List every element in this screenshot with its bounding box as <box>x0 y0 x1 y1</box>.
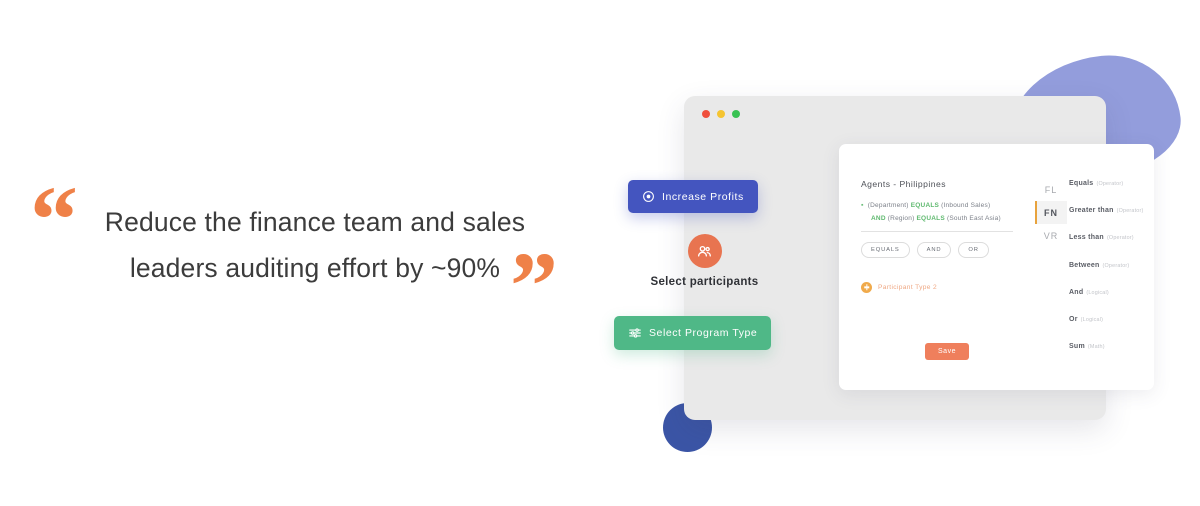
operator-list: Equals (Operator) Greater than (Operator) … <box>1069 172 1153 362</box>
operator-name: Equals <box>1069 180 1094 187</box>
rule-condition-row[interactable]: AND (Region) EQUALS (South East Asia) <box>861 213 1026 225</box>
rule-condition-row[interactable]: ▪ (Department) EQUALS (Inbound Sales) <box>861 200 1026 213</box>
select-program-type-label: Select Program Type <box>649 327 758 339</box>
participant-type-label: Participant Type 2 <box>878 283 937 291</box>
users-avatar <box>687 234 722 268</box>
operator-name: Less than <box>1069 234 1104 242</box>
add-participant-type-row[interactable]: Participant Type 2 <box>861 281 1026 293</box>
users-icon <box>698 245 711 257</box>
select-participants-group[interactable]: Select participants <box>637 234 772 288</box>
chip-and[interactable]: AND <box>916 241 952 258</box>
rule-operator: EQUALS <box>910 202 940 209</box>
close-dot-icon[interactable] <box>702 110 710 118</box>
rule-divider <box>861 230 1013 232</box>
sliders-icon <box>629 328 641 338</box>
tab-strip: FL FN VR <box>1035 178 1067 247</box>
select-program-type-button[interactable]: Select Program Type <box>614 316 772 350</box>
rule-bullet-icon: ▪ <box>861 202 864 209</box>
chip-or[interactable]: OR <box>958 241 989 258</box>
rule-field: (Department) <box>867 202 909 209</box>
operator-name: Sum <box>1069 343 1085 351</box>
quote-block: “ Reduce the finance team and sales lead… <box>24 172 584 334</box>
operator-item-equals[interactable]: Equals (Operator) <box>1069 172 1153 190</box>
tab-fn[interactable]: FN <box>1035 201 1067 224</box>
operator-name: Or <box>1069 315 1078 323</box>
operator-item-between[interactable]: Between (Operator) <box>1069 254 1153 272</box>
chip-equals[interactable]: EQUALS <box>861 241 910 258</box>
select-participants-label: Select participants <box>650 276 759 288</box>
operator-chip-row: EQUALS AND OR <box>861 241 1026 258</box>
operator-kind: (Operator) <box>1116 208 1144 215</box>
quote-text: Reduce the finance team and sales leader… <box>104 207 526 283</box>
minimize-dot-icon[interactable] <box>717 110 725 118</box>
maximize-dot-icon[interactable] <box>732 110 740 118</box>
rule-value: (South East Asia) <box>946 214 1001 222</box>
window-controls <box>702 110 740 118</box>
operator-item-sum[interactable]: Sum (Math) <box>1069 335 1153 353</box>
operator-kind: (Logical) <box>1086 289 1109 296</box>
app-mockup: Agents - Philippines ▪ (Department) EQUA… <box>614 40 1190 470</box>
operator-kind: (Operator) <box>1096 181 1124 187</box>
operator-name: Between <box>1069 261 1100 269</box>
tab-fl[interactable]: FL <box>1035 178 1067 201</box>
operator-item-greater-than[interactable]: Greater than (Operator) <box>1069 199 1153 217</box>
tab-vr[interactable]: VR <box>1035 224 1067 247</box>
rule-operator: EQUALS <box>916 214 945 222</box>
target-icon <box>643 191 654 202</box>
rule-logical: AND <box>871 214 886 222</box>
operator-item-less-than[interactable]: Less than (Operator) <box>1069 226 1153 244</box>
save-button[interactable]: Save <box>925 343 969 360</box>
operator-name: Greater than <box>1069 207 1114 215</box>
illustration-stage: “ Reduce the finance team and sales lead… <box>0 0 1200 506</box>
rule-title: Agents - Philippines <box>861 179 946 189</box>
rule-field: (Region) <box>887 214 915 222</box>
increase-profits-button[interactable]: Increase Profits <box>628 180 758 213</box>
rule-builder-card: Agents - Philippines ▪ (Department) EQUA… <box>839 144 1154 390</box>
operator-kind: (Math) <box>1087 344 1105 351</box>
increase-profits-label: Increase Profits <box>662 190 744 203</box>
operator-kind: (Operator) <box>1106 235 1134 242</box>
operator-item-and[interactable]: And (Logical) <box>1069 281 1153 299</box>
operator-item-or[interactable]: Or (Logical) <box>1069 308 1153 326</box>
operator-kind: (Logical) <box>1080 316 1104 323</box>
quote-open-icon: “ <box>30 166 78 273</box>
operator-name: And <box>1069 288 1084 296</box>
plus-icon <box>861 281 872 293</box>
operator-kind: (Operator) <box>1102 262 1130 269</box>
rule-value: (Inbound Sales) <box>941 202 991 209</box>
rule-panel: Agents - Philippines ▪ (Department) EQUA… <box>861 179 1026 293</box>
quote-close-icon: ” <box>510 232 558 339</box>
